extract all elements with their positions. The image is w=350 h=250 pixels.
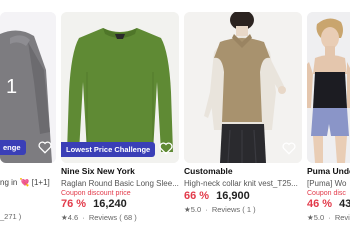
rating-line: ★5.0 · Reviews ( 1 ) xyxy=(184,205,256,214)
product-title[interactable]: ng in 💘 [1+1] xyxy=(0,178,56,187)
product-card-1[interactable]: 1 enge ng in 💘 [1+1] _271 ) xyxy=(0,0,56,250)
price-line: 76 % 16,240 xyxy=(61,198,127,210)
product-row: 1 enge ng in 💘 [1+1] _271 ) Lowest Price… xyxy=(0,0,350,250)
discount-percent: 46 % xyxy=(307,198,333,210)
price-line: 66 % 16,900 xyxy=(184,190,250,202)
product-image-2[interactable]: Lowest Price Challenge xyxy=(61,12,179,163)
product-title[interactable]: [Puma] Wo xyxy=(307,179,350,188)
sale-price: 43 xyxy=(339,198,350,210)
discount-percent: 76 % xyxy=(61,198,87,210)
price-line: 46 % 43 xyxy=(307,198,350,210)
coupon-label: Coupon disc xyxy=(307,190,346,197)
star-rating: ★5.0 xyxy=(307,213,325,222)
star-rating: ★5.0 xyxy=(184,205,202,214)
heart-outline-icon[interactable] xyxy=(159,142,173,155)
star-rating: ★4.6 xyxy=(61,213,79,222)
product-photo-puma-model xyxy=(307,12,350,163)
review-count: Revie xyxy=(334,213,350,222)
product-card-4[interactable]: Puma Unde [Puma] Wo Coupon disc 46 % 43 … xyxy=(307,0,350,250)
brand-name[interactable]: Puma Unde xyxy=(307,166,350,176)
rating-line: ★4.6 · Reviews ( 68 ) xyxy=(61,213,137,222)
product-photo-green-longsleeve xyxy=(61,12,179,163)
product-image-1[interactable]: 1 enge xyxy=(0,12,56,163)
product-card-2[interactable]: Lowest Price Challenge Nine Six New York… xyxy=(61,0,179,250)
overlay-number: 1 xyxy=(6,76,18,98)
review-count: Reviews ( 1 ) xyxy=(211,205,256,214)
product-image-3[interactable] xyxy=(184,12,302,163)
sale-price: 16,900 xyxy=(216,190,250,202)
heart-outline-icon[interactable] xyxy=(38,141,52,154)
review-count: Reviews ( 68 ) xyxy=(88,213,137,222)
brand-name[interactable]: Nine Six New York xyxy=(61,166,135,176)
product-title[interactable]: High-neck collar knit vest_T25... xyxy=(184,179,302,188)
product-image-4[interactable] xyxy=(307,12,350,163)
discount-percent: 66 % xyxy=(184,190,210,202)
review-count: _271 ) xyxy=(0,212,22,221)
lowest-price-badge: Lowest Price Challenge xyxy=(61,142,156,157)
coupon-label: Coupon discount price xyxy=(61,190,131,197)
product-card-3[interactable]: Customable High-neck collar knit vest_T2… xyxy=(184,0,302,250)
sale-price: 16,240 xyxy=(93,198,127,210)
rating-line: ★5.0 · Revie xyxy=(307,213,350,222)
lowest-price-badge: enge xyxy=(0,140,26,155)
product-photo-knit-vest xyxy=(184,12,302,163)
product-title[interactable]: Raglan Round Basic Long Slee... xyxy=(61,179,179,188)
heart-outline-icon[interactable] xyxy=(282,142,296,155)
brand-name[interactable]: Customable xyxy=(184,166,233,176)
